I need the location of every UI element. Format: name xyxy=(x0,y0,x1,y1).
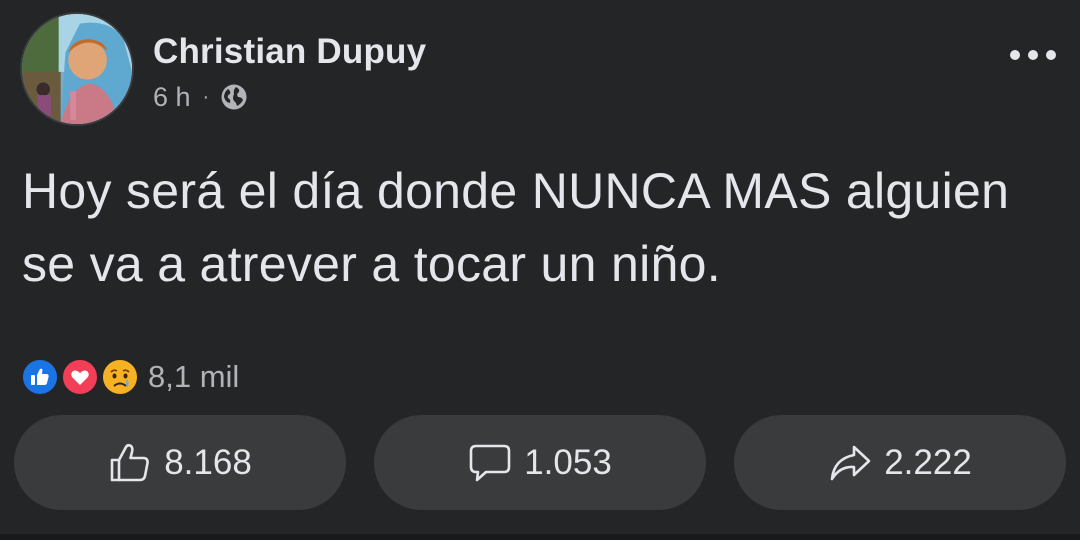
comment-button[interactable]: 1.053 xyxy=(374,415,706,510)
post-card: Christian Dupuy 6 h · Hoy será el día do… xyxy=(0,0,1080,540)
reactions-summary[interactable]: 8,1 mil xyxy=(20,357,239,397)
sad-reaction-icon xyxy=(100,357,140,397)
share-button[interactable]: 2.222 xyxy=(734,415,1066,510)
reaction-count[interactable]: 8,1 mil xyxy=(148,359,239,395)
more-horizontal-icon-dot xyxy=(1046,50,1056,60)
love-reaction-icon xyxy=(60,357,100,397)
post-timestamp[interactable]: 6 h xyxy=(153,82,191,113)
comment-count: 1.053 xyxy=(524,442,612,482)
like-count: 8.168 xyxy=(164,442,252,482)
post-meta: 6 h · xyxy=(153,82,249,112)
author-name[interactable]: Christian Dupuy xyxy=(153,32,426,72)
post-body-text: Hoy será el día donde NUNCA MAS alguien … xyxy=(22,163,1010,292)
more-options-button[interactable] xyxy=(1010,42,1056,68)
share-icon xyxy=(830,445,871,480)
post-divider xyxy=(0,534,1080,540)
share-count: 2.222 xyxy=(884,442,972,482)
like-outline-icon xyxy=(110,443,150,481)
post-actions-bar: 8.168 1.053 2.222 xyxy=(14,415,1066,510)
comment-icon xyxy=(469,444,511,481)
reaction-icons xyxy=(20,357,144,397)
avatar-image xyxy=(22,14,132,124)
more-horizontal-icon-dot xyxy=(1010,50,1020,60)
post-header: Christian Dupuy 6 h · xyxy=(20,12,1060,128)
meta-separator: · xyxy=(202,85,210,108)
author-avatar[interactable] xyxy=(20,12,134,126)
more-horizontal-icon-dot xyxy=(1028,50,1038,60)
like-reaction-icon xyxy=(20,357,60,397)
like-button[interactable]: 8.168 xyxy=(14,415,346,510)
globe-icon xyxy=(219,82,249,112)
